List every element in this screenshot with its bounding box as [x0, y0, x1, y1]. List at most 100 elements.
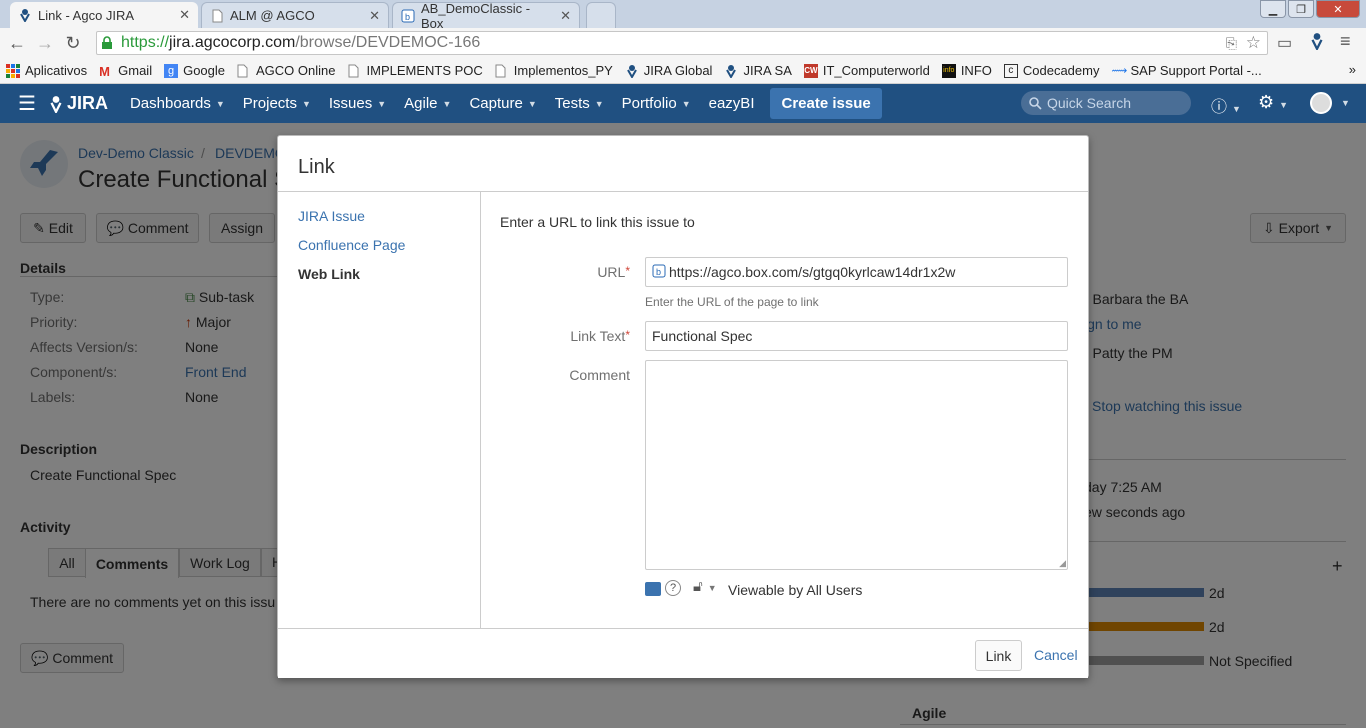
chevron-down-icon: ▼ — [442, 98, 452, 109]
bookmark-codecademy[interactable]: c Codecademy — [1003, 63, 1099, 78]
bookmark-info[interactable]: info INFO — [941, 63, 992, 78]
menu-confluence-page[interactable]: Confluence Page — [298, 237, 405, 253]
page-icon — [348, 64, 362, 78]
url-help-text: Enter the URL of the page to link — [645, 295, 819, 309]
link-text-input[interactable]: Functional Spec — [645, 321, 1068, 351]
nav-tests[interactable]: Tests ▼ — [555, 95, 604, 112]
bookmark-sap-support-portal[interactable]: ⟿ SAP Support Portal -... — [1111, 63, 1261, 78]
browser-tab-strip: Link - Agco JIRA ✕ ALM @ AGCO ✕ b AB_Dem… — [0, 0, 1366, 31]
box-icon: b — [401, 9, 415, 23]
tab-ab-democlassic-box[interactable]: b AB_DemoClassic - Box ✕ — [392, 0, 580, 31]
comment-label: Comment — [569, 367, 630, 383]
tab-link-agco-jira[interactable]: Link - Agco JIRA ✕ — [10, 2, 198, 28]
required-mark: * — [625, 328, 630, 342]
url-path: /browse/DEVDEMOC-166 — [295, 34, 481, 51]
url-label: URL* — [597, 264, 630, 280]
comment-textarea[interactable]: ◢ — [645, 360, 1068, 570]
nav-agile[interactable]: Agile ▼ — [404, 95, 451, 112]
menu-hamburger-icon[interactable]: ≡ — [1340, 31, 1351, 52]
help-icon[interactable]: ⓘ ▼ — [1211, 93, 1241, 117]
link-submit-button[interactable]: Link — [975, 640, 1022, 671]
link-text-label: Link Text* — [570, 328, 630, 344]
chevron-down-icon[interactable]: ▼ — [1341, 98, 1350, 108]
wiki-style-icon[interactable] — [645, 582, 661, 596]
bookmark-implements-poc[interactable]: IMPLEMENTS POC — [348, 63, 483, 78]
create-issue-button[interactable]: Create issue — [770, 88, 882, 119]
cancel-link[interactable]: Cancel — [1034, 647, 1078, 663]
quick-search-input[interactable]: Quick Search — [1021, 91, 1191, 115]
nav-capture[interactable]: Capture ▼ — [469, 95, 536, 112]
visibility-selector[interactable]: Viewable by All Users — [728, 582, 862, 598]
bookmark-star-icon[interactable]: ☆ — [1246, 33, 1261, 53]
translate-icon[interactable]: ⎘ — [1226, 35, 1237, 52]
svg-text:b: b — [405, 12, 410, 22]
nav-dashboards[interactable]: Dashboards ▼ — [130, 95, 225, 112]
close-tab-icon[interactable]: ✕ — [560, 8, 571, 24]
bookmark-jira-global[interactable]: JIRA Global — [625, 63, 712, 79]
bookmark-google[interactable]: g Google — [164, 63, 225, 78]
dialog-footer: Link Cancel — [278, 628, 1088, 678]
close-tab-icon[interactable]: ✕ — [369, 8, 380, 24]
url-value: https://agco.box.com/s/gtgq0kyrlcaw14dr1… — [669, 264, 956, 280]
bookmark-gmail[interactable]: M Gmail — [99, 63, 152, 79]
lock-open-icon[interactable]: 🔓︎ ▼ — [693, 578, 717, 595]
info-icon: info — [941, 63, 956, 78]
url-scheme: https:// — [121, 34, 170, 51]
app-switcher-icon[interactable]: ☰ — [18, 91, 36, 116]
tab-title: ALM @ AGCO — [230, 8, 315, 23]
back-arrow-icon[interactable]: ← — [3, 29, 31, 57]
bookmark-agco-online[interactable]: AGCO Online — [237, 63, 336, 78]
tab-alm-agco[interactable]: ALM @ AGCO ✕ — [201, 2, 389, 28]
tab-title: AB_DemoClassic - Box — [421, 0, 531, 31]
chevron-down-icon: ▼ — [377, 98, 387, 109]
url-host: jira.agcocorp.com — [169, 34, 296, 51]
nav-projects[interactable]: Projects ▼ — [243, 95, 311, 112]
minimize-window-button[interactable]: ▁ — [1260, 0, 1286, 18]
bookmarks-bar: Aplicativos M Gmail g Google AGCO Online I… — [0, 58, 1366, 84]
bookmark-it-computerworld[interactable]: CW IT_Computerworld — [803, 63, 930, 78]
menu-web-link[interactable]: Web Link — [298, 266, 360, 282]
jira-logo[interactable]: JIRA — [48, 93, 108, 114]
jira-favicon-icon — [18, 8, 32, 24]
cast-icon[interactable]: ▭ — [1277, 33, 1292, 53]
dialog-header: Link — [278, 136, 1088, 192]
resize-handle-icon[interactable]: ◢ — [1059, 558, 1066, 569]
search-icon — [1029, 96, 1042, 110]
chevron-down-icon: ▼ — [594, 98, 604, 109]
restore-window-button[interactable]: ❐ — [1288, 0, 1314, 18]
bookmark-aplicativos[interactable]: Aplicativos — [6, 63, 87, 78]
tab-title: Link - Agco JIRA — [38, 7, 135, 23]
chevron-down-icon: ▼ — [527, 98, 537, 109]
jira-icon — [724, 64, 738, 79]
lock-icon — [101, 36, 115, 50]
page-icon — [237, 64, 251, 78]
url-input[interactable]: b https://agco.box.com/s/gtgq0kyrlcaw14d… — [645, 257, 1068, 287]
gear-icon[interactable]: ⚙ ▼ — [1258, 92, 1288, 113]
forward-arrow-icon[interactable]: → — [31, 29, 59, 57]
dialog-menu: JIRA Issue Confluence Page Web Link — [278, 192, 481, 628]
required-mark: * — [625, 264, 630, 278]
help-icon[interactable]: ? — [665, 580, 681, 596]
dialog-intro: Enter a URL to link this issue to — [500, 214, 695, 230]
close-window-button[interactable]: ✕ — [1316, 0, 1360, 18]
bookmark-implementos-py[interactable]: Implementos_PY — [495, 63, 613, 78]
menu-jira-issue[interactable]: JIRA Issue — [298, 208, 365, 224]
new-tab-button[interactable] — [586, 2, 616, 28]
reload-icon[interactable]: ↻ — [59, 29, 87, 57]
svg-text:b: b — [656, 267, 661, 277]
bookmark-jira-sa[interactable]: JIRA SA — [724, 63, 792, 79]
chevron-down-icon: ▼ — [301, 98, 311, 109]
nav-eazybi[interactable]: eazyBI — [709, 95, 755, 112]
nav-portfolio[interactable]: Portfolio ▼ — [622, 95, 691, 112]
nav-issues[interactable]: Issues ▼ — [329, 95, 386, 112]
link-text-value: Functional Spec — [652, 328, 753, 344]
close-tab-icon[interactable]: ✕ — [179, 7, 190, 23]
jira-extension-icon[interactable] — [1309, 32, 1325, 53]
address-bar[interactable]: https:// jira.agcocorp.com /browse/DEVDE… — [96, 31, 1268, 55]
avatar[interactable] — [1310, 92, 1332, 114]
chevron-down-icon: ▼ — [215, 98, 225, 109]
google-icon: g — [164, 63, 179, 78]
sap-icon: ⟿ — [1111, 64, 1128, 77]
bookmarks-overflow-icon[interactable]: » — [1349, 62, 1356, 77]
jira-header: ☰ JIRA Dashboards ▼ Projects ▼ Issues ▼ Agi… — [0, 84, 1366, 123]
